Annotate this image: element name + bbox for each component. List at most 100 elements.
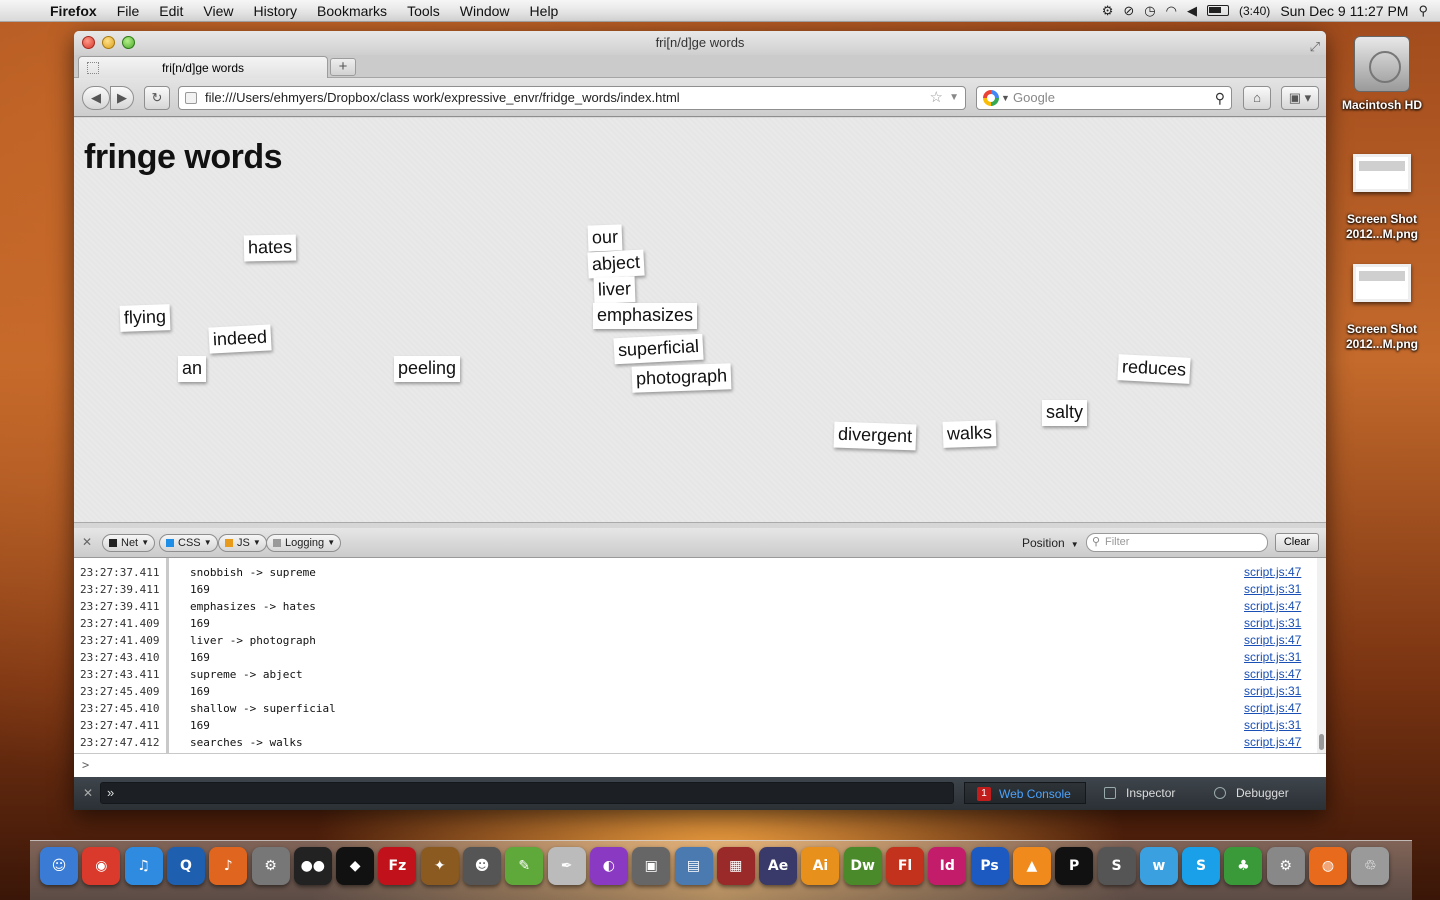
- desktop-icon-screenshot-1[interactable]: Screen Shot 2012...M.png: [1334, 154, 1430, 242]
- evernote-icon[interactable]: ✎: [505, 847, 544, 885]
- reload-button[interactable]: ↻: [144, 86, 170, 110]
- log-source-link[interactable]: script.js:31: [1244, 649, 1301, 666]
- vlc-icon[interactable]: ▲: [1012, 847, 1051, 885]
- word-magnet-indeed[interactable]: indeed: [208, 324, 272, 354]
- p-app-icon[interactable]: P: [1055, 847, 1094, 885]
- filezilla-icon[interactable]: Fz: [378, 847, 417, 885]
- filter-css-button[interactable]: CSS ▼: [159, 534, 218, 552]
- minimize-window-button[interactable]: [102, 36, 115, 49]
- console-scrollbar[interactable]: [1317, 558, 1326, 753]
- battery-icon[interactable]: [1206, 5, 1229, 16]
- colorsync-icon[interactable]: ◐: [589, 847, 628, 885]
- log-source-link[interactable]: script.js:31: [1244, 581, 1301, 598]
- log-source-link[interactable]: script.js:47: [1244, 598, 1301, 615]
- url-bar[interactable]: file:///Users/ehmyers/Dropbox/class work…: [178, 86, 966, 110]
- log-source-link[interactable]: script.js:47: [1244, 564, 1301, 581]
- menu-view[interactable]: View: [193, 3, 243, 19]
- word-magnet-salty[interactable]: salty: [1042, 400, 1088, 426]
- gears-status-icon[interactable]: ⚙: [1102, 3, 1114, 19]
- log-source-link[interactable]: script.js:31: [1244, 683, 1301, 700]
- itunes-icon[interactable]: ♫: [124, 847, 163, 885]
- clear-console-button[interactable]: Clear: [1275, 533, 1319, 552]
- search-icon[interactable]: ⚲: [1215, 87, 1225, 109]
- log-source-link[interactable]: script.js:47: [1244, 734, 1301, 751]
- flash-icon[interactable]: Fl: [886, 847, 924, 885]
- back-button[interactable]: ◀: [82, 86, 110, 110]
- console-filter-input[interactable]: ⚲ Filter: [1086, 533, 1268, 552]
- sublime-icon[interactable]: S: [1097, 847, 1136, 885]
- photoshop-icon[interactable]: Ps: [970, 847, 1009, 885]
- home-button[interactable]: ⌂: [1243, 86, 1271, 110]
- console-input[interactable]: >: [74, 753, 1326, 777]
- adium-icon[interactable]: ♣: [1224, 847, 1263, 885]
- firefox-icon[interactable]: ◍: [1309, 847, 1347, 885]
- chrome-icon[interactable]: ◉: [82, 847, 121, 885]
- url-history-dropdown-icon[interactable]: ▼: [949, 87, 959, 109]
- filter-js-button[interactable]: JS ▼: [218, 534, 267, 552]
- tab-inspector[interactable]: Inspector: [1092, 782, 1189, 804]
- quicktime-icon[interactable]: Q: [166, 847, 205, 885]
- log-source-link[interactable]: script.js:47: [1244, 632, 1301, 649]
- system-preferences-icon[interactable]: ⚙: [1266, 847, 1305, 885]
- word-magnet-photograph[interactable]: photograph: [631, 363, 732, 393]
- search-engine-dropdown-icon[interactable]: ▼: [1001, 87, 1010, 109]
- word-magnet-superficial[interactable]: superficial: [613, 333, 704, 365]
- log-source-link[interactable]: script.js:47: [1244, 666, 1301, 683]
- log-source-link[interactable]: script.js:47: [1244, 700, 1301, 717]
- menu-file[interactable]: File: [107, 3, 150, 19]
- after-effects-icon[interactable]: Ae: [759, 847, 798, 885]
- google-icon[interactable]: [983, 90, 999, 106]
- filter-net-button[interactable]: Net ▼: [102, 534, 156, 552]
- tab-debugger[interactable]: Debugger: [1202, 782, 1303, 804]
- log-source-link[interactable]: script.js:31: [1244, 615, 1301, 632]
- word-magnet-walks[interactable]: walks: [942, 420, 997, 448]
- automator-icon[interactable]: ⚙: [251, 847, 290, 885]
- menu-bookmarks[interactable]: Bookmarks: [307, 3, 397, 19]
- tab-fridge-words[interactable]: fri[n/d]ge words: [78, 56, 328, 78]
- close-console-icon[interactable]: ✕: [82, 535, 92, 549]
- desktop-icon-screenshot-2[interactable]: Screen Shot 2012...M.png: [1334, 264, 1430, 352]
- scrollbar-thumb[interactable]: [1319, 734, 1324, 750]
- tab-web-console[interactable]: 1 Web Console: [964, 782, 1086, 804]
- dreamweaver-icon[interactable]: Dw: [843, 847, 882, 885]
- screenshot-icon[interactable]: ▣: [632, 847, 671, 885]
- audacity-icon[interactable]: ♪: [209, 847, 248, 885]
- clock[interactable]: Sun Dec 9 11:27 PM: [1280, 3, 1408, 19]
- textedit-icon[interactable]: ✒: [547, 847, 586, 885]
- log-source-link[interactable]: script.js:31: [1244, 717, 1301, 734]
- word-magnet-hates[interactable]: hates: [243, 234, 297, 262]
- do-not-disturb-icon[interactable]: ⊘: [1123, 3, 1134, 19]
- wacom-icon[interactable]: w: [1139, 847, 1178, 885]
- close-window-button[interactable]: [82, 36, 95, 49]
- menu-edit[interactable]: Edit: [149, 3, 193, 19]
- eyes-icon[interactable]: ●●: [293, 847, 332, 885]
- position-dropdown[interactable]: Position ▼: [1022, 536, 1079, 550]
- desktop-icon-macintosh-hd[interactable]: Macintosh HD: [1334, 36, 1430, 113]
- menu-app-name[interactable]: Firefox: [40, 3, 107, 19]
- zoom-window-button[interactable]: [122, 36, 135, 49]
- time-machine-icon[interactable]: ◷: [1144, 3, 1155, 19]
- menu-tools[interactable]: Tools: [397, 3, 450, 19]
- github-icon[interactable]: ☻: [463, 847, 501, 885]
- cyberduck-icon[interactable]: ◆: [336, 847, 375, 885]
- menu-window[interactable]: Window: [450, 3, 520, 19]
- word-magnet-an[interactable]: an: [178, 356, 207, 382]
- spotlight-icon[interactable]: ⚲: [1418, 3, 1428, 19]
- pdf-icon[interactable]: ▦: [716, 847, 755, 885]
- word-magnet-peeling[interactable]: peeling: [394, 356, 461, 382]
- bookmark-star-icon[interactable]: ☆: [930, 87, 943, 109]
- volume-icon[interactable]: ◀: [1187, 3, 1197, 19]
- addons-button[interactable]: ▣ ▾: [1281, 86, 1319, 110]
- forward-button[interactable]: ▶: [110, 86, 134, 110]
- title-bar[interactable]: fri[n/d]ge words ⤢: [74, 31, 1326, 55]
- fetch-icon[interactable]: ✦: [420, 847, 459, 885]
- trash-icon[interactable]: ♲: [1351, 847, 1390, 885]
- preview-icon[interactable]: ▤: [674, 847, 713, 885]
- menu-history[interactable]: History: [243, 3, 307, 19]
- new-tab-button[interactable]: +: [330, 58, 356, 76]
- illustrator-icon[interactable]: Ai: [801, 847, 840, 885]
- word-magnet-divergent[interactable]: divergent: [833, 421, 917, 451]
- filter-logging-button[interactable]: Logging ▼: [266, 534, 342, 552]
- developer-command-line[interactable]: »: [100, 782, 954, 804]
- indesign-icon[interactable]: Id: [928, 847, 967, 885]
